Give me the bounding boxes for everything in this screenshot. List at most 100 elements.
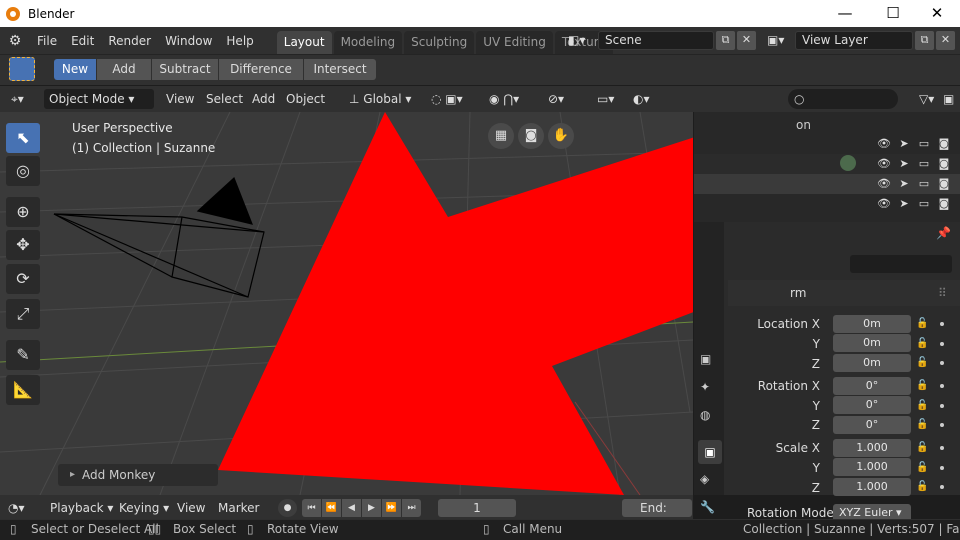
minimize-button[interactable]: — [822, 0, 868, 27]
camera-icon[interactable]: ◙ [937, 157, 951, 171]
eye-icon[interactable]: 👁 [877, 197, 891, 211]
filter-icon[interactable]: ▽▾ [914, 89, 939, 109]
mode-new-button[interactable]: New [54, 59, 96, 80]
scale-x-field[interactable]: 1.000 [833, 439, 911, 457]
orientation-dropdown[interactable]: ⊥ Global ▾ [344, 89, 416, 109]
pivot-icon[interactable]: ◌ ▣▾ [426, 89, 468, 109]
menu-window[interactable]: Window [158, 34, 219, 48]
tab-modeling[interactable]: Modeling [333, 31, 403, 54]
jump-start-icon[interactable]: ⏮ [302, 499, 321, 517]
scene-icon[interactable]: ◧▾ [568, 33, 585, 47]
tab-uv-editing[interactable]: UV Editing [476, 31, 553, 54]
close-button[interactable]: ✕ [914, 0, 960, 27]
rotation-z-field[interactable]: 0° [833, 416, 911, 434]
pointer-icon[interactable]: ➤ [897, 177, 911, 191]
menu-file[interactable]: File [30, 34, 64, 48]
menu-render[interactable]: Render [101, 34, 158, 48]
object-name-field[interactable] [850, 255, 952, 273]
object-mode-dropdown[interactable]: Object Mode ▾ [44, 89, 154, 109]
menu-help[interactable]: Help [219, 34, 260, 48]
tab-sculpting[interactable]: Sculpting [404, 31, 475, 54]
eye-icon[interactable]: 👁 [877, 157, 891, 171]
grid-view-icon[interactable]: ▦ [488, 123, 514, 149]
add-menu[interactable]: Add [247, 89, 280, 109]
camera-icon[interactable]: ◙ [937, 177, 951, 191]
rotate-tool-icon[interactable]: ⟳ [6, 264, 40, 294]
lock-icon[interactable]: 🔓 [916, 380, 928, 392]
editor-type-icon[interactable]: ⌖▾ [6, 89, 29, 109]
tab-layout[interactable]: Layout [276, 31, 332, 54]
keyframe-dot-icon[interactable] [940, 423, 944, 427]
keyframe-dot-icon[interactable] [940, 361, 944, 365]
lock-icon[interactable]: 🔓 [916, 318, 928, 330]
rotation-x-field[interactable]: 0° [833, 377, 911, 395]
monitor-icon[interactable]: ▭ [917, 177, 931, 191]
object-tab-icon[interactable]: ▣ [698, 440, 722, 464]
camera-icon[interactable]: ◙ [937, 197, 951, 211]
scale-z-field[interactable]: 1.000 [833, 478, 911, 496]
transform-tool-icon[interactable]: ⊕ [6, 197, 40, 227]
duplicate-scene-icon[interactable]: ⧉ [716, 31, 735, 50]
keying-menu[interactable]: Keying ▾ [119, 499, 169, 517]
lock-icon[interactable]: 🔓 [916, 357, 928, 369]
end-frame-field[interactable]: End: 250 [622, 499, 692, 533]
mode-difference-button[interactable]: Difference [219, 59, 303, 80]
mode-add-button[interactable]: Add [97, 59, 151, 80]
monitor-icon[interactable]: ▭ [917, 197, 931, 211]
location-x-field[interactable]: 0m [833, 315, 911, 333]
camera-view-icon[interactable]: ◙ [518, 123, 544, 149]
keyframe-dot-icon[interactable] [940, 466, 944, 470]
lock-icon[interactable]: 🔓 [916, 462, 928, 474]
keyframe-dot-icon[interactable] [940, 322, 944, 326]
new-collection-icon[interactable]: ▣ [938, 89, 959, 109]
lock-icon[interactable]: 🔓 [916, 338, 928, 350]
lock-icon[interactable]: 🔓 [916, 442, 928, 454]
location-z-field[interactable]: 0m [833, 354, 911, 372]
visibility-icon[interactable]: ▭▾ [592, 89, 619, 109]
keyframe-dot-icon[interactable] [940, 446, 944, 450]
pan-hand-icon[interactable]: ✋ [548, 123, 574, 149]
select-menu[interactable]: Select [201, 89, 248, 109]
mode-subtract-button[interactable]: Subtract [152, 59, 218, 80]
view-menu[interactable]: View [161, 89, 199, 109]
timeline-view-menu[interactable]: View [177, 499, 205, 517]
modifier-tab-icon[interactable]: ◈ [700, 472, 709, 486]
monitor-icon[interactable]: ▭ [917, 137, 931, 151]
blender-menu-icon[interactable]: ⚙ [0, 33, 30, 49]
maximize-button[interactable]: ☐ [870, 0, 916, 27]
scale-tool-icon[interactable]: ⤢ [6, 299, 40, 329]
remove-view-layer-icon[interactable]: ✕ [936, 31, 955, 50]
scale-y-field[interactable]: 1.000 [833, 458, 911, 476]
pointer-icon[interactable]: ➤ [897, 157, 911, 171]
remove-scene-icon[interactable]: ✕ [737, 31, 756, 50]
duplicate-view-layer-icon[interactable]: ⧉ [915, 31, 934, 50]
timeline-editor-icon[interactable]: ◔▾ [8, 499, 25, 517]
jump-keyframe-back-icon[interactable]: ⏪ [322, 499, 341, 517]
jump-end-icon[interactable]: ⏭ [402, 499, 421, 517]
pointer-icon[interactable]: ➤ [897, 197, 911, 211]
overlays-icon[interactable]: ◐▾ [628, 89, 655, 109]
menu-edit[interactable]: Edit [64, 34, 101, 48]
view-layer-selector[interactable]: View Layer [795, 31, 913, 50]
move-tool-icon[interactable]: ✥ [6, 230, 40, 260]
keyframe-dot-icon[interactable] [940, 342, 944, 346]
lock-icon[interactable]: 🔓 [916, 419, 928, 431]
mode-intersect-button[interactable]: Intersect [304, 59, 376, 80]
transform-panel-header[interactable] [728, 280, 960, 306]
current-frame-field[interactable]: 1 [438, 499, 516, 517]
keyframe-dot-icon[interactable] [940, 384, 944, 388]
marker-menu[interactable]: Marker [218, 499, 259, 517]
lock-icon[interactable]: 🔓 [916, 481, 928, 493]
select-tool-icon[interactable]: ⬉ [6, 123, 40, 153]
pointer-icon[interactable]: ➤ [897, 137, 911, 151]
particles-tab-icon[interactable]: ✦ [700, 380, 710, 394]
wrench-icon[interactable]: 🔧 [700, 500, 715, 514]
eye-icon[interactable]: 👁 [877, 137, 891, 151]
playback-menu[interactable]: Playback ▾ [50, 499, 113, 517]
rotation-y-field[interactable]: 0° [833, 396, 911, 414]
physics-tab-icon[interactable]: ◍ [700, 408, 710, 422]
eye-icon[interactable]: 👁 [877, 177, 891, 191]
proportional-edit-icon[interactable]: ⊘▾ [543, 89, 569, 109]
object-menu[interactable]: Object [281, 89, 330, 109]
play-reverse-icon[interactable]: ◀ [342, 499, 361, 517]
